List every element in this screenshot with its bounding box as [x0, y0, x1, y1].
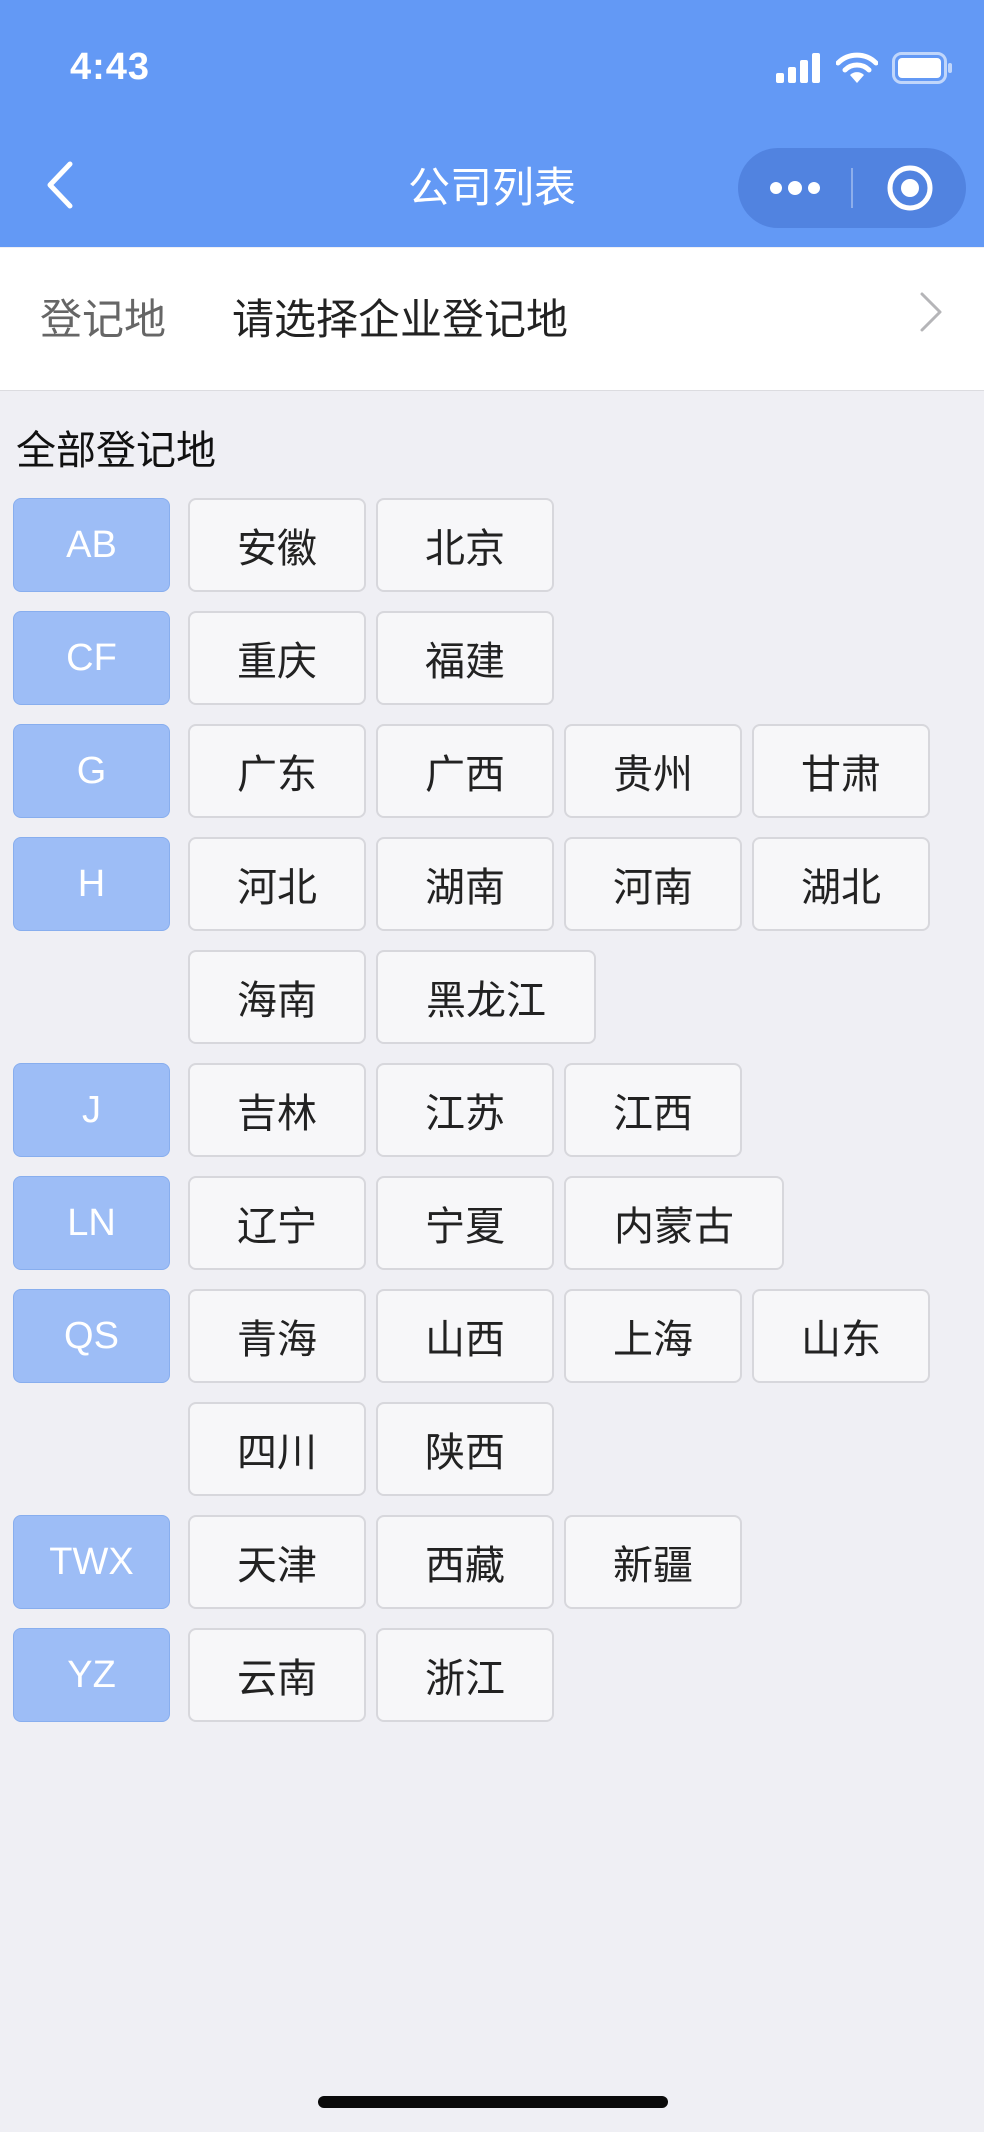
target-circle-icon [887, 165, 932, 211]
province-chip[interactable]: 上海 [564, 1289, 742, 1383]
registration-placeholder[interactable]: 请选择企业登记地 [232, 292, 568, 348]
province-chip[interactable]: 天津 [188, 1515, 366, 1609]
status-icons [776, 52, 954, 88]
group-tag: TWX [13, 1515, 170, 1609]
more-button[interactable] [738, 148, 851, 228]
province-chip[interactable]: 西藏 [376, 1515, 554, 1609]
home-indicator[interactable] [318, 2096, 668, 2108]
province-chip[interactable]: 湖北 [752, 837, 930, 931]
wifi-icon [835, 52, 879, 88]
province-chip[interactable]: 山东 [752, 1289, 930, 1383]
group-tag: CF [13, 611, 170, 705]
province-chip[interactable]: 贵州 [564, 724, 742, 818]
province-chip[interactable]: 江西 [564, 1063, 742, 1157]
province-chip[interactable]: 重庆 [188, 611, 366, 705]
signal-icon [776, 53, 822, 87]
group-tag: YZ [13, 1628, 170, 1722]
province-chip[interactable]: 海南 [188, 950, 366, 1044]
group-tag: AB [13, 498, 170, 592]
battery-icon [892, 52, 954, 88]
group-tag: J [13, 1063, 170, 1157]
group-tag: QS [13, 1289, 170, 1383]
section-title: 全部登记地 [16, 428, 216, 474]
group-tag: LN [13, 1176, 170, 1270]
province-chip[interactable]: 湖南 [376, 837, 554, 931]
province-chip[interactable]: 新疆 [564, 1515, 742, 1609]
close-miniprogram-button[interactable] [853, 148, 966, 228]
province-chip[interactable]: 四川 [188, 1402, 366, 1496]
chevron-right-icon [916, 288, 946, 340]
province-chip[interactable]: 浙江 [376, 1628, 554, 1722]
province-chip[interactable]: 陕西 [376, 1402, 554, 1496]
province-chip[interactable]: 云南 [188, 1628, 366, 1722]
group-tag: H [13, 837, 170, 931]
group-tag: G [13, 724, 170, 818]
province-chip[interactable]: 山西 [376, 1289, 554, 1383]
province-chip[interactable]: 河南 [564, 837, 742, 931]
province-chip[interactable]: 青海 [188, 1289, 366, 1383]
province-chip[interactable]: 辽宁 [188, 1176, 366, 1270]
province-chip[interactable]: 吉林 [188, 1063, 366, 1157]
province-chip[interactable]: 北京 [376, 498, 554, 592]
more-dots-icon [769, 181, 820, 195]
province-chip[interactable]: 安徽 [188, 498, 366, 592]
province-chip[interactable]: 河北 [188, 837, 366, 931]
province-chip[interactable]: 江苏 [376, 1063, 554, 1157]
status-time: 4:43 [70, 46, 151, 88]
province-chip[interactable]: 宁夏 [376, 1176, 554, 1270]
province-chip[interactable]: 福建 [376, 611, 554, 705]
province-chip[interactable]: 广东 [188, 724, 366, 818]
mini-program-capsule [738, 148, 966, 228]
province-chip[interactable]: 内蒙古 [564, 1176, 784, 1270]
province-chip[interactable]: 甘肃 [752, 724, 930, 818]
registration-label: 登记地 [40, 295, 167, 344]
app-header: 4:43 公司列表 [0, 0, 984, 247]
province-chip[interactable]: 广西 [376, 724, 554, 818]
province-chip[interactable]: 黑龙江 [376, 950, 596, 1044]
